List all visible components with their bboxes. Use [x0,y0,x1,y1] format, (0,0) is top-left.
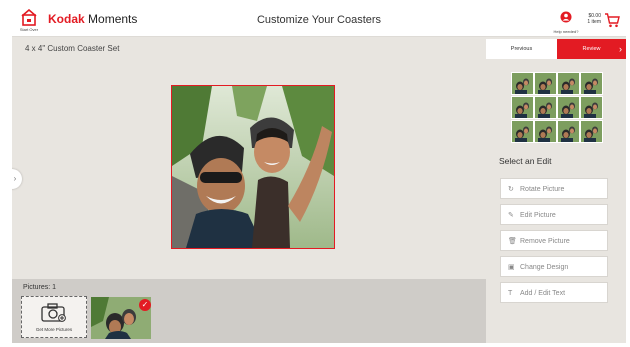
chevron-right-icon: › [619,44,622,54]
camera-add-icon [41,303,66,322]
design-canvas: 4 x 4" Custom Coaster Set › [12,37,486,279]
get-more-pictures-button[interactable]: Get More Pictures [21,296,87,338]
product-set-title: 4 x 4" Custom Coaster Set [25,44,120,53]
coaster-preview[interactable] [171,85,335,249]
edit-picture-button[interactable]: ✎ Edit Picture [500,204,608,225]
picture-thumbnail[interactable]: ✓ [91,297,151,339]
coaster-thumb[interactable] [580,72,603,95]
cart-summary: $0.00 1 item [583,13,601,25]
remove-picture-button[interactable]: 🗑 Remove Picture [500,230,608,251]
previous-button[interactable]: Previous [486,39,557,59]
text-icon: T [508,290,513,297]
add-edit-text-label: Add / Edit Text [520,290,566,297]
page-title: Customize Your Coasters [256,14,382,26]
coaster-thumb[interactable] [580,96,603,119]
cart-button[interactable]: $0.00 1 item [583,11,623,31]
design-icon: ▣ [508,264,515,271]
pictures-count: Pictures: 1 [23,284,57,291]
help-button[interactable]: Help needed? [552,10,580,34]
coaster-thumb[interactable] [511,72,534,95]
start-over-label: Start Over [19,27,39,32]
select-edit-title: Select an Edit [499,156,552,166]
edit-icon: ✎ [508,212,514,219]
rotate-picture-button[interactable]: ↻ Rotate Picture [500,178,608,199]
coaster-thumb[interactable] [511,120,534,143]
coaster-thumb[interactable] [534,96,557,119]
coaster-thumb[interactable] [511,96,534,119]
coaster-thumb[interactable] [557,96,580,119]
app-frame: Start Over Kodak Moments Customize Your … [12,3,626,343]
rotate-picture-label: Rotate Picture [520,186,565,193]
side-panel-toggle[interactable]: › [12,169,22,189]
cart-icon [605,13,620,28]
user-help-icon [560,11,572,23]
help-label: Help needed? [553,29,579,34]
add-edit-text-button[interactable]: T Add / Edit Text [500,282,608,303]
coaster-thumb[interactable] [534,72,557,95]
edit-sidebar: Previous Review › Select an Edit ↻ Rotate… [486,37,626,343]
cart-items: 1 item [587,19,601,25]
get-more-label: Get More Pictures [35,327,73,332]
coaster-thumb[interactable] [580,120,603,143]
review-button[interactable]: Review › [557,39,626,59]
remove-picture-label: Remove Picture [520,238,570,245]
selfie-photo [172,86,334,248]
picture-tray: Pictures: 1 Get More Pictures ✓ [12,279,486,343]
coaster-thumb[interactable] [534,120,557,143]
chevron-right-icon: › [13,174,17,183]
header-bar: Start Over Kodak Moments Customize Your … [12,3,626,37]
change-design-label: Change Design [520,264,569,271]
coaster-thumb[interactable] [557,120,580,143]
selected-check-icon: ✓ [139,299,151,311]
coaster-thumb[interactable] [557,72,580,95]
coaster-set-overview[interactable] [511,72,603,143]
change-design-button[interactable]: ▣ Change Design [500,256,608,277]
edit-picture-label: Edit Picture [520,212,556,219]
trash-icon: 🗑 [508,238,517,245]
rotate-icon: ↻ [508,186,514,193]
review-label: Review [582,46,601,52]
